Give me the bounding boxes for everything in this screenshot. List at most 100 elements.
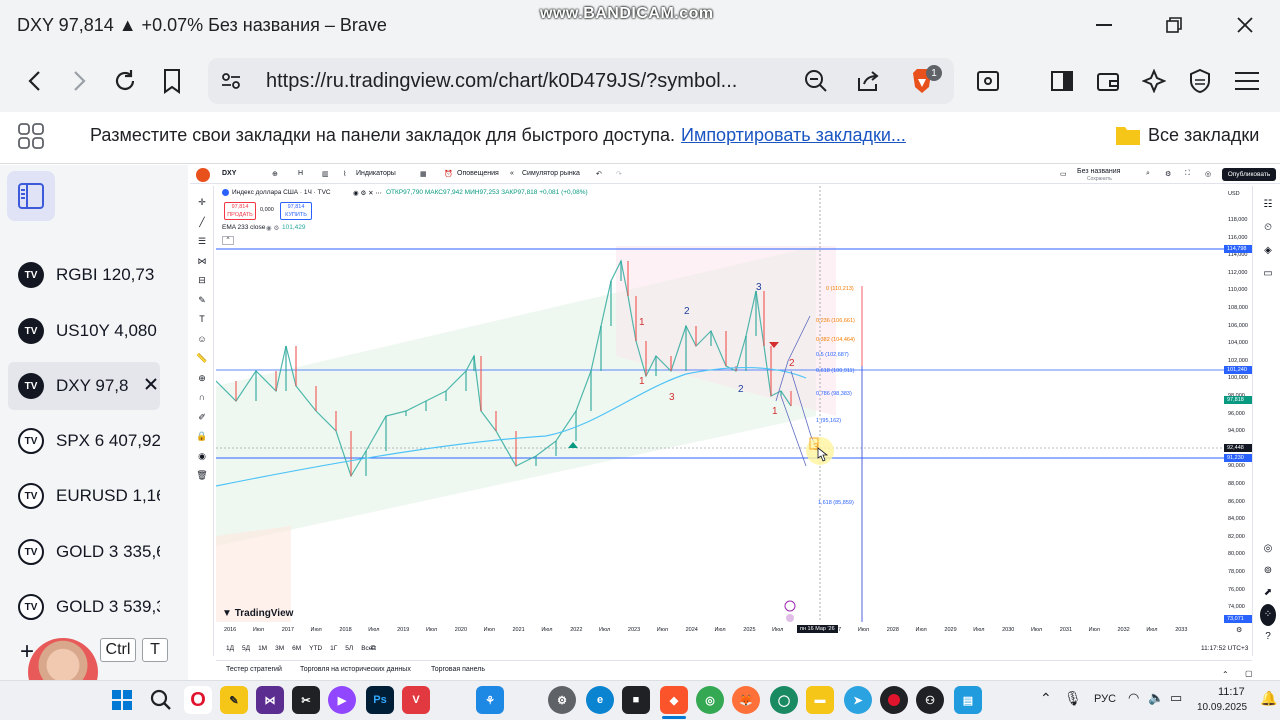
tools-icon[interactable]: ✎ [220,686,248,714]
back-button[interactable] [16,62,52,100]
user-avatar[interactable] [196,168,210,182]
reload-button[interactable] [107,62,143,100]
alerts-clock-icon[interactable]: ⏲ [1260,216,1276,239]
minimize-button[interactable] [1084,10,1124,40]
emoji-icon[interactable]: ☺ [195,330,209,350]
projection-icon[interactable]: ⊟ [195,271,209,291]
search-icon[interactable] [150,689,172,716]
symbol-search[interactable]: DXY [222,170,236,177]
target-icon[interactable]: ◎ [1260,538,1276,560]
range-button[interactable]: YTD [309,645,322,652]
close-tab-icon[interactable] [144,377,158,396]
price-chart[interactable]: 0 (110,213) 0,236 (106,661) 0,382 (104,464… [216,186,1224,622]
fib-icon[interactable]: ☰ [195,232,209,252]
vpn-button[interactable] [1183,64,1217,98]
photoshop-icon[interactable]: Ps [366,686,394,714]
pattern-icon[interactable]: ⋈ [195,252,209,272]
legend-eye-icon[interactable]: ◉ ⚙ ✕ ⋯ [353,189,382,197]
grid-dots-icon[interactable]: ⁘ [1260,604,1276,626]
range-button[interactable]: 1М [258,645,267,652]
import-bookmarks-link[interactable]: Импортировать закладки... [681,125,906,146]
tab-history-trading[interactable]: Торговля на исторических данных [300,666,411,673]
layers-icon[interactable]: ◈ [1260,239,1276,262]
language-indicator[interactable]: РУС [1094,693,1116,705]
edge-icon[interactable]: e [586,686,614,714]
app-icon[interactable]: ⚘ [476,686,504,714]
reader-mode-button[interactable] [971,64,1005,98]
close-window-button[interactable] [1225,10,1265,40]
undo-icon[interactable]: ↶ [596,170,602,178]
record-icon[interactable] [880,686,908,714]
all-bookmarks-button[interactable]: Все закладки [1148,125,1259,146]
file-explorer-icon[interactable]: ▬ [806,686,834,714]
range-button[interactable]: 3М [275,645,284,652]
watchlist-item[interactable]: TV SPX 6 407,92 [8,417,160,465]
tray-chevron-icon[interactable]: ⌃ [1040,690,1052,707]
vs-icon[interactable]: ⋈ [256,686,284,714]
microphone-icon[interactable]: 🎙 [1064,690,1082,707]
terminal-icon[interactable]: ■ [622,686,650,714]
chat-icon[interactable]: ▭ [1260,262,1276,285]
restore-button[interactable] [1154,10,1194,40]
lock-icon[interactable]: 🔒 [195,427,209,447]
app-green-icon[interactable]: ◯ [770,686,798,714]
taskbar-date[interactable]: 10.09.2025 [1197,702,1247,713]
collapse-legend-button[interactable]: ^ [222,236,234,245]
range-button[interactable]: 1Г [330,645,337,652]
opera-icon[interactable]: O [184,686,212,714]
tab-trading-panel[interactable]: Торговая панель [431,666,485,673]
share-button[interactable] [851,64,885,98]
alerts-button[interactable]: Оповещения [457,170,499,177]
settings-gear-icon[interactable]: ⚙ [1165,170,1171,178]
watchlist-item[interactable]: TV EURUSD 1,16 [8,472,160,520]
battery-icon[interactable]: ▭ [1170,690,1182,706]
crosshair-icon[interactable]: ✛ [195,193,209,213]
range-button[interactable]: 1Д [226,645,234,652]
capcut-icon[interactable]: ✂ [292,686,320,714]
replay-button[interactable]: Симулятор рынка [522,170,580,177]
redo-icon[interactable]: ↷ [616,170,622,178]
timeframe-button[interactable]: H [298,170,303,177]
ai-app-icon[interactable]: ⚇ [916,686,944,714]
signal-icon[interactable]: ⊚ [1260,560,1276,582]
trendline-icon[interactable]: ╱ [195,213,209,233]
ema-legend-icons[interactable]: ◉ ⚙ [266,224,279,232]
obs-icon[interactable]: ▶ [328,686,356,714]
zoom-out-button[interactable] [799,64,833,98]
site-settings-icon[interactable] [220,70,242,97]
snapshot-icon[interactable]: ◎ [1205,170,1211,178]
notifications-icon[interactable]: 🔔 [1260,690,1277,707]
help-icon[interactable]: ? [1260,626,1276,648]
bookmark-button[interactable] [154,62,190,100]
chart-type-icon[interactable]: ▥ [322,170,329,178]
clock[interactable]: 11:17:52 UTC+3 [1201,645,1248,652]
magnet-icon[interactable]: ∩ [195,388,209,408]
taskbar-time[interactable]: 11:17 [1218,686,1245,698]
zoom-in-icon[interactable]: ⊕ [195,369,209,389]
range-button[interactable]: 5Л [345,645,353,652]
sidebar-toggle-button[interactable] [1045,64,1079,98]
sell-button[interactable]: 97,814 ПРОДАТЬ [224,202,256,220]
apps-grid-icon[interactable] [18,123,44,154]
chart-canvas[interactable]: 0 (110,213) 0,236 (106,661) 0,382 (104,464… [216,186,1224,622]
volume-icon[interactable]: 🔈 [1148,690,1164,706]
telegram-icon[interactable]: ➤ [844,686,872,714]
collapse-icon[interactable]: ⌃ [1222,670,1229,679]
watchlist-item[interactable]: TV GOLD 3 539,3 [8,583,160,631]
templates-icon[interactable]: ▦ [420,170,427,178]
text-icon[interactable]: T [195,310,209,330]
windows-start-icon[interactable] [112,690,132,715]
watchlist-item[interactable]: TV US10Y 4,080 [8,307,160,355]
sidebar-panel-button[interactable] [7,171,55,221]
layout-name[interactable]: Без названия [1077,168,1120,175]
brave-icon[interactable]: ◆ [660,686,688,714]
search-icon[interactable]: ⌕ [1146,170,1150,178]
axis-settings-icon[interactable]: ⚙ [1236,626,1242,634]
date-range-icon[interactable]: ⧉ [371,645,376,653]
brush-icon[interactable]: ✎ [195,291,209,311]
fullscreen-icon[interactable]: ⛶ [1185,170,1190,178]
add-symbol-icon[interactable]: ⊕ [272,170,278,178]
watchlist-item-active[interactable]: TV DXY 97,8 [8,362,160,410]
ruler-icon[interactable]: 📏 [195,349,209,369]
rocket-icon[interactable]: ⬈ [1260,582,1276,604]
